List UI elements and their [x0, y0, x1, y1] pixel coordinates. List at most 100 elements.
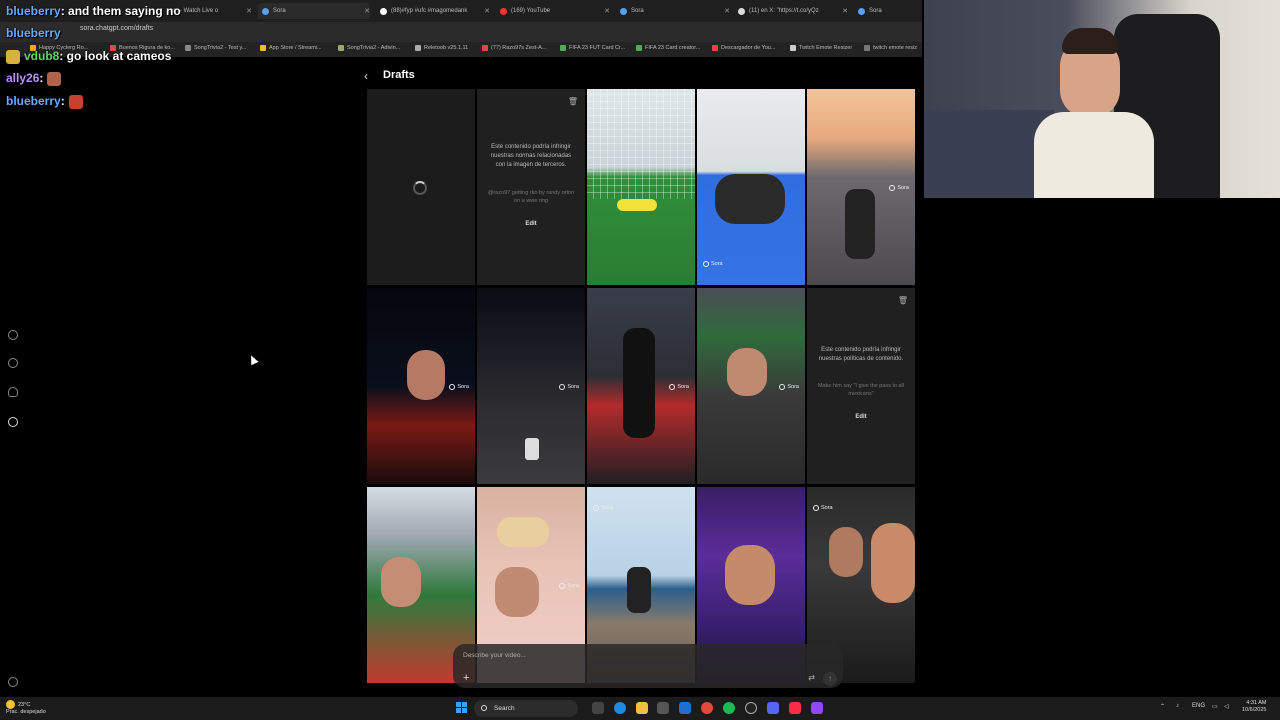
person [627, 567, 651, 613]
store-icon[interactable] [657, 702, 669, 714]
sora-badge: Sora [779, 384, 799, 390]
bookmark-item[interactable]: twitch emote resiz [864, 45, 917, 51]
tab-label: (169) YouTube [511, 8, 551, 14]
bookmark-item[interactable]: Twitch Emote Resizer [790, 45, 852, 51]
music-icon[interactable] [789, 702, 801, 714]
bookmark-label: Descargador de You... [721, 45, 776, 51]
edge-icon[interactable] [614, 702, 626, 714]
draft-tile-blocked[interactable]: 🗑 Este contenido podría infringir nuestr… [807, 288, 915, 484]
spotify-icon[interactable] [723, 702, 735, 714]
bookmark-icon [864, 45, 870, 51]
browser-tab[interactable]: Sora ✕ [620, 3, 730, 19]
file-explorer-icon[interactable] [636, 702, 648, 714]
system-clock[interactable]: 4:31 AM 10/6/2025 [1242, 700, 1266, 714]
search-icon[interactable] [8, 358, 18, 368]
profile-icon[interactable] [8, 417, 18, 427]
streamer-hair [1062, 28, 1118, 54]
edit-button[interactable]: Edit [521, 221, 541, 227]
outlook-icon[interactable] [679, 702, 691, 714]
bookmark-item[interactable]: App Store / Streami... [260, 45, 322, 51]
draft-tile-blocked[interactable]: 🗑 Este contenido podría infringir nuestr… [477, 89, 585, 285]
page-title: Drafts [383, 69, 415, 81]
bookmark-label: Reletoob v25.1.11 [424, 45, 469, 51]
browser-tab[interactable]: (11) en X: "https://t.co/yQz ✕ [738, 3, 848, 19]
sora-logo-icon [813, 505, 819, 511]
chat-message: blueberry [6, 26, 61, 40]
sora-logo-icon [779, 384, 786, 390]
browser-tab[interactable]: (88)#fyp #ufc #magomedank ✕ [380, 3, 490, 19]
taskbar-search[interactable]: Search [474, 700, 578, 717]
add-button[interactable]: + [463, 672, 469, 684]
draft-tile-video[interactable]: Sora [367, 288, 475, 484]
bookmark-icon [636, 45, 642, 51]
bookmark-icon [185, 45, 191, 51]
bookmark-item[interactable]: SongTrivia2 - Adivin... [338, 45, 400, 51]
draft-tile-video[interactable]: Sora [807, 89, 915, 285]
draft-tile-loading[interactable] [367, 89, 475, 285]
tab-label: Sora [869, 8, 882, 14]
bookmark-item[interactable]: FIFA 23 Card creator... [636, 45, 700, 51]
motorcycle [845, 189, 875, 259]
tab-close-icon[interactable]: ✕ [838, 7, 848, 15]
settings-icon[interactable] [8, 677, 18, 687]
volume-icon[interactable]: ◁ [1224, 703, 1229, 710]
trash-icon[interactable]: 🗑 [898, 296, 908, 305]
send-button[interactable]: ↑ [823, 672, 837, 686]
bookmark-item[interactable]: FIFA 23 FUT Card Cr... [560, 45, 625, 51]
tab-close-icon[interactable]: ✕ [600, 7, 610, 15]
microphone-icon[interactable]: ♪ [1176, 703, 1179, 709]
prompt-composer: Describe your video... + ⇄ ↑ [453, 644, 843, 688]
tab-close-icon[interactable]: ✕ [720, 7, 730, 15]
bookmark-item[interactable]: (77) Razo97s Zest-A... [482, 45, 546, 51]
draft-tile-video[interactable] [587, 89, 695, 285]
emote-icon [68, 94, 83, 109]
prompt-input[interactable]: Describe your video... [463, 652, 526, 659]
person-face [829, 527, 863, 577]
edit-button[interactable]: Edit [851, 414, 871, 420]
draft-tile-video[interactable]: Sora [697, 89, 805, 285]
tray-chevron-icon[interactable]: ⌃ [1160, 703, 1165, 710]
sora-favicon-icon [620, 7, 627, 15]
discord-icon[interactable] [767, 702, 779, 714]
task-view-icon[interactable] [592, 702, 604, 714]
browser-tab[interactable]: Sora [858, 3, 918, 19]
browser-tab[interactable]: (169) YouTube ✕ [500, 3, 610, 19]
bookmark-label: SongTrivia2 - Adivin... [347, 45, 401, 51]
bookmark-label: SongTrivia2 - Test y... [194, 45, 247, 51]
sora-badge: Sora [449, 384, 469, 390]
twitch-icon[interactable] [811, 702, 823, 714]
back-button[interactable]: ‹ [364, 69, 368, 83]
windows-start-icon[interactable] [456, 702, 468, 714]
sun-icon [6, 700, 15, 709]
settings-sliders-icon[interactable]: ⇄ [808, 673, 815, 682]
chrome-icon[interactable] [701, 702, 713, 714]
browser-tab[interactable]: am - Watch Live o ✕ [170, 3, 252, 19]
draft-tile-video[interactable]: Sora [477, 288, 585, 484]
tab-close-icon[interactable]: ✕ [242, 7, 252, 15]
notifications-icon[interactable] [8, 387, 18, 397]
browser-tab-active[interactable]: Sora ✕ [258, 3, 370, 19]
tab-close-icon[interactable]: ✕ [360, 7, 370, 15]
obs-icon[interactable] [745, 702, 757, 714]
weather-widget[interactable]: 23°C Prac. despejado [6, 700, 46, 716]
tab-close-icon[interactable]: ✕ [480, 7, 490, 15]
draft-tile-video[interactable]: Sora [587, 288, 695, 484]
sora-label: Sora [457, 384, 469, 390]
sora-label: Sora [897, 185, 909, 191]
network-icon[interactable]: ▭ [1212, 703, 1218, 710]
emote-icon [47, 71, 62, 86]
bookmark-item[interactable]: Reletoob v25.1.11 [415, 45, 468, 51]
trash-icon[interactable]: 🗑 [568, 97, 578, 106]
sora-favicon-icon [858, 7, 865, 15]
sora-logo-icon [593, 505, 599, 511]
bookmark-item[interactable]: Descargador de You... [712, 45, 775, 51]
tab-label: Sora [631, 8, 644, 14]
sora-label: Sora [567, 384, 579, 390]
url-field[interactable]: sora.chatgpt.com/drafts [80, 25, 153, 32]
tab-label: (88)#fyp #ufc #magomedank [391, 8, 468, 14]
language-indicator[interactable]: ENG [1192, 703, 1205, 709]
bookmark-item[interactable]: SongTrivia2 - Test y... [185, 45, 246, 51]
streamer-shirt [1034, 112, 1154, 198]
draft-tile-video[interactable]: Sora [697, 288, 805, 484]
explore-icon[interactable] [8, 330, 18, 340]
